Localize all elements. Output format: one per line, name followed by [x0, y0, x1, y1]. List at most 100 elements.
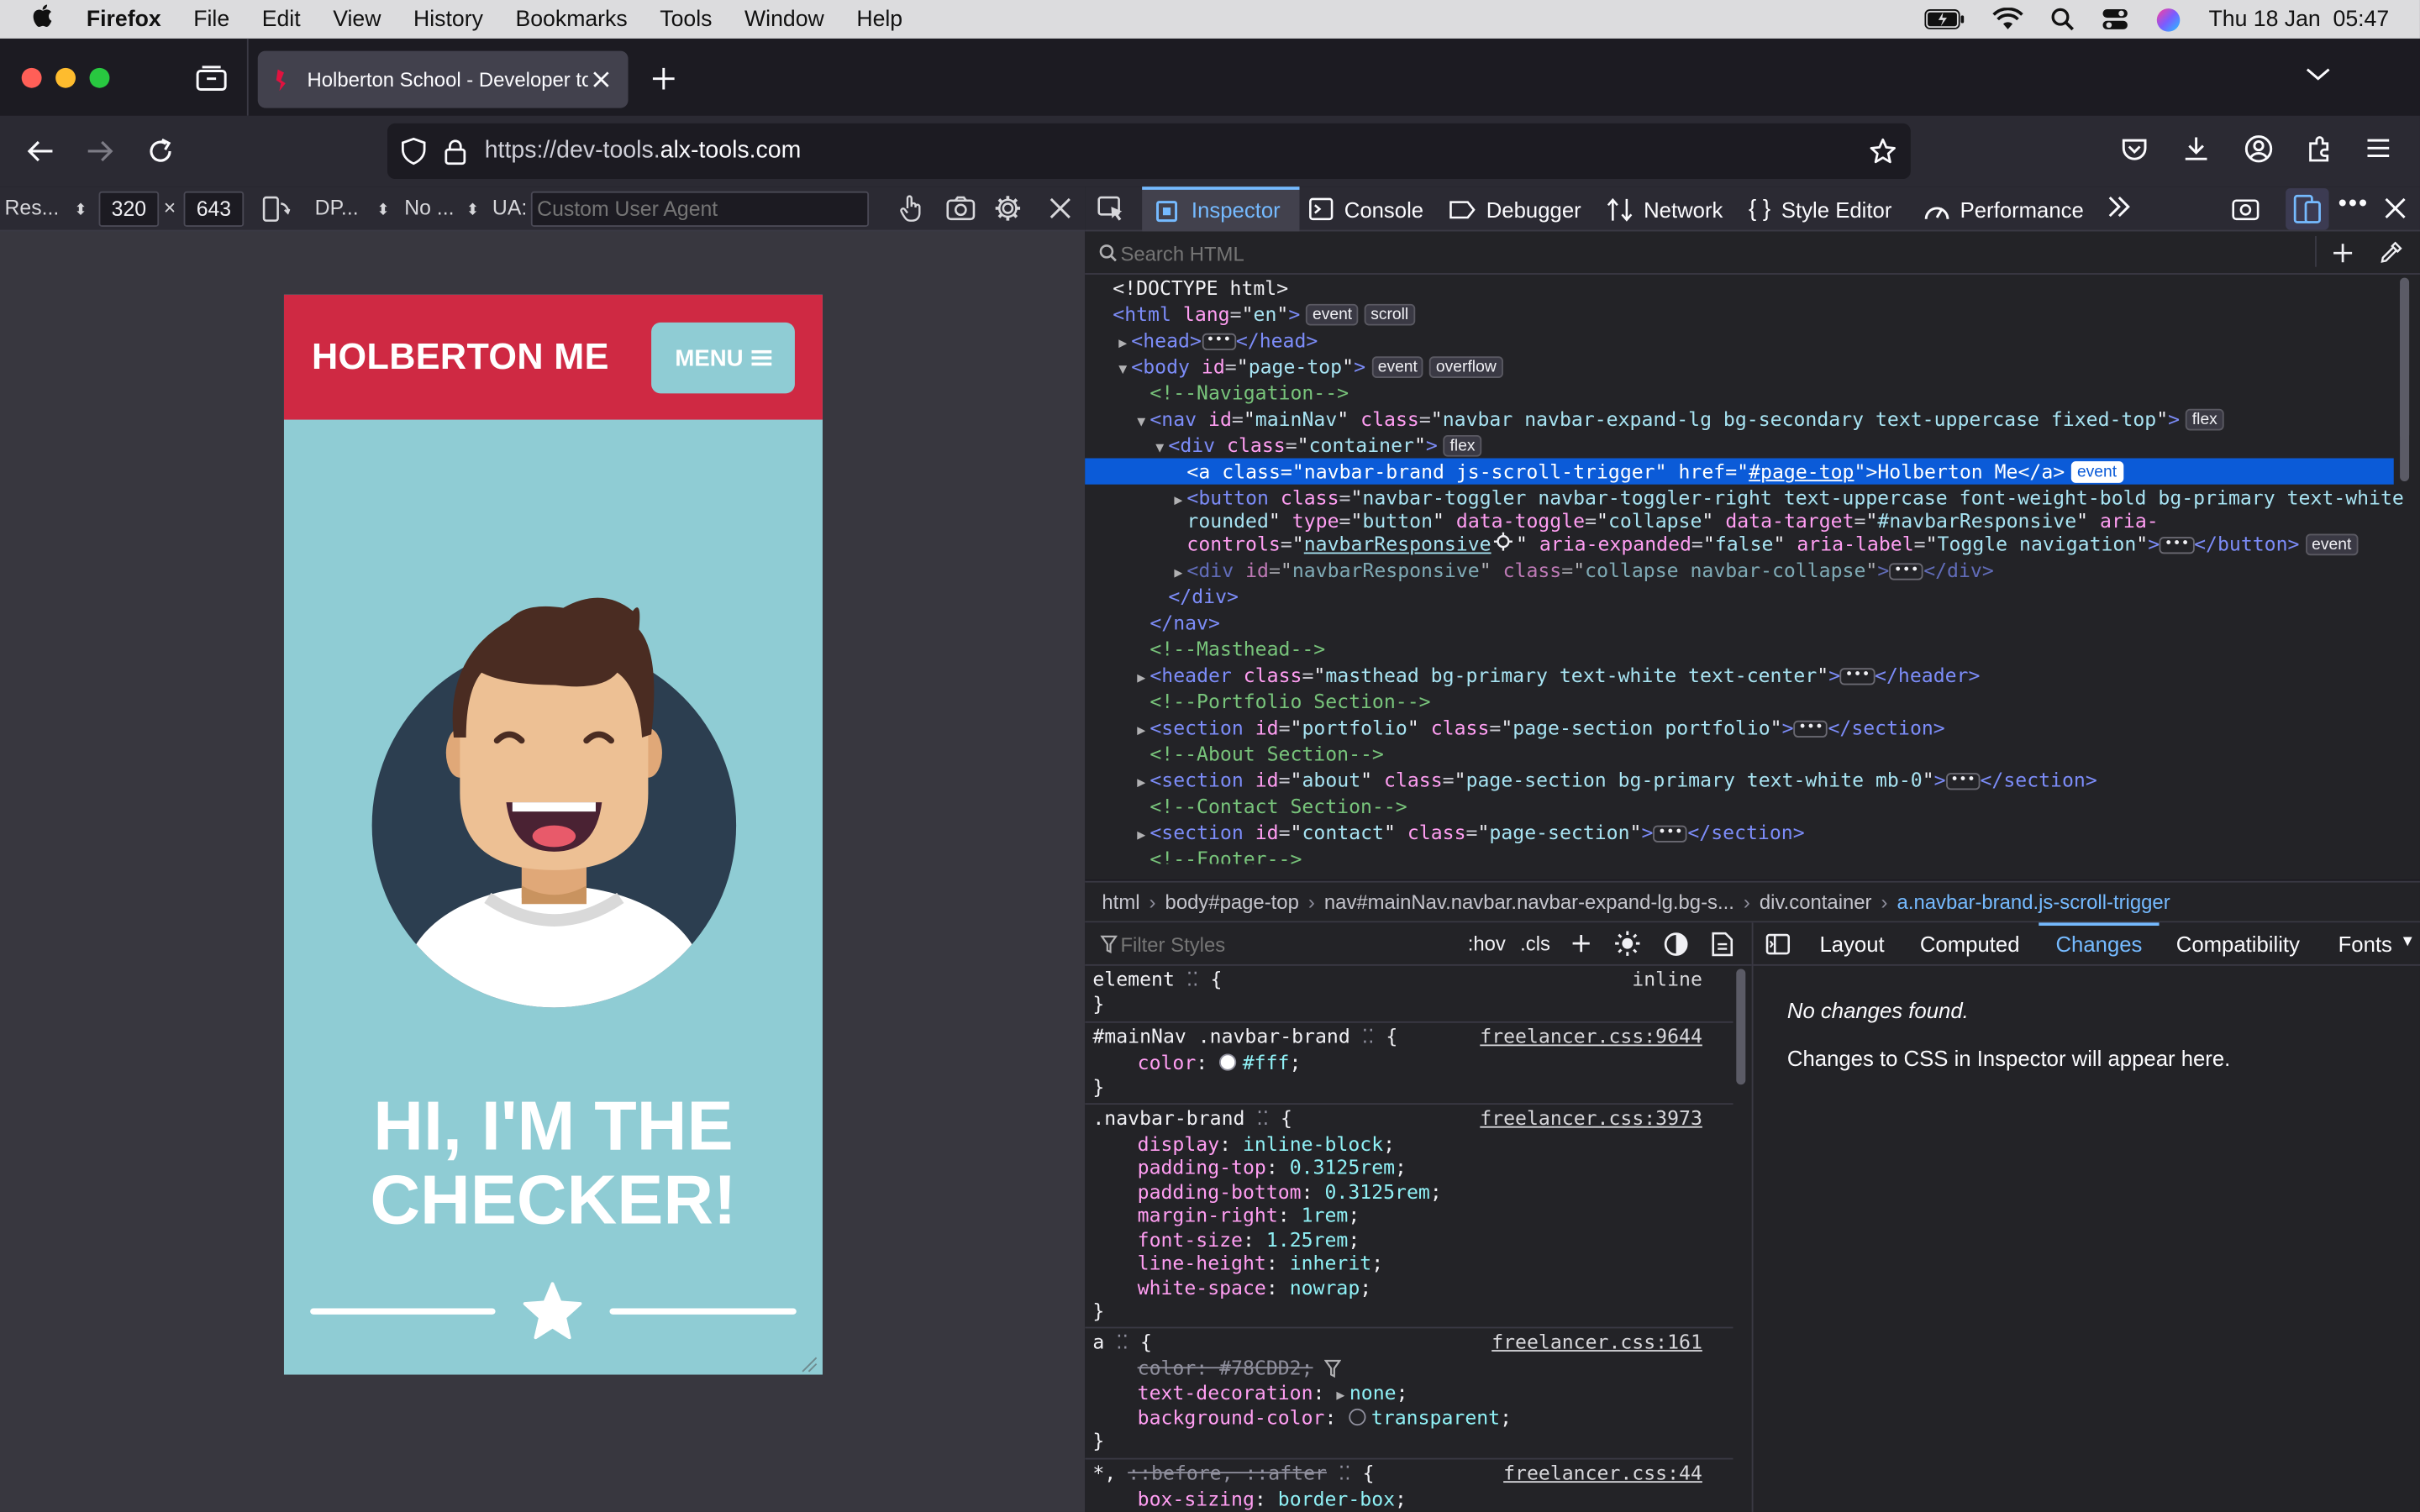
- screenshot-camera-icon[interactable]: [946, 196, 976, 221]
- declaration[interactable]: line-height: inherit;: [1138, 1252, 1383, 1276]
- menu-file[interactable]: File: [193, 7, 229, 31]
- event-badge[interactable]: event: [2070, 461, 2123, 483]
- tab-style-editor[interactable]: { } Style Editor: [1749, 186, 1891, 231]
- print-media-icon[interactable]: [1712, 932, 1733, 957]
- event-badge[interactable]: event: [2305, 533, 2358, 556]
- flex-badge[interactable]: flex: [2186, 408, 2224, 431]
- tab-fonts[interactable]: Fonts: [2338, 932, 2392, 956]
- markup-line-doctype[interactable]: <!DOCTYPE html>: [1085, 275, 2394, 301]
- declaration[interactable]: display: inline-block;: [1138, 1132, 1395, 1157]
- rule-selector[interactable]: #mainNav .navbar-brand ⁚⁚ {: [1092, 1025, 1397, 1049]
- hov-toggle[interactable]: :hov: [1468, 932, 1506, 955]
- toggle-sidebar-icon[interactable]: [1765, 933, 1791, 955]
- extensions-icon[interactable]: [2306, 134, 2333, 162]
- tabs-overflow-chevron-down-icon[interactable]: ▼: [2400, 933, 2415, 950]
- grid-icon[interactable]: ⁚⁚: [1186, 968, 1199, 991]
- markup-line-div-container[interactable]: ▼ <div class="container"> flex: [1085, 432, 2394, 458]
- markup-line-body[interactable]: ▼ <body id="page-top"> event overflow: [1085, 354, 2394, 380]
- pocket-icon[interactable]: [2121, 136, 2149, 164]
- rules-scrollbar[interactable]: [1736, 969, 1746, 1085]
- markup-line-header[interactable]: ▶ <header class="masthead bg-primary text…: [1085, 662, 2394, 688]
- expand-twisty-icon[interactable]: ▶: [1336, 1389, 1344, 1404]
- battery-icon[interactable]: [1924, 9, 1965, 29]
- resize-handle-icon[interactable]: [799, 1353, 818, 1375]
- close-window-button[interactable]: [21, 67, 42, 88]
- declaration[interactable]: padding-top: 0.3125rem;: [1138, 1156, 1407, 1180]
- light-mode-sun-icon[interactable]: [1614, 931, 1640, 957]
- spotlight-search-icon[interactable]: [2051, 8, 2075, 31]
- site-viewport[interactable]: HOLBERTON ME MENU HI, I'M THE CHECKER!: [283, 294, 823, 1375]
- flex-badge[interactable]: flex: [1444, 434, 1481, 457]
- tab-network[interactable]: Network: [1607, 186, 1723, 231]
- tab-debugger[interactable]: Debugger: [1449, 186, 1581, 231]
- menu-bookmarks[interactable]: Bookmarks: [515, 7, 627, 31]
- collapsed-content-icon[interactable]: •••: [2160, 537, 2195, 554]
- rule-selector[interactable]: a ⁚⁚ {: [1092, 1330, 1152, 1354]
- user-agent-input[interactable]: [530, 191, 870, 227]
- eyedropper-icon[interactable]: [2380, 241, 2403, 265]
- dark-mode-contrast-icon[interactable]: [1664, 932, 1688, 956]
- markup-line-nav[interactable]: ▼ <nav id="mainNav" class="navbar navbar-…: [1085, 406, 2394, 432]
- attr-link-value[interactable]: navbarResponsive: [1304, 533, 1491, 556]
- list-all-tabs-icon[interactable]: [2306, 66, 2330, 81]
- declaration[interactable]: white-space: nowrap;: [1138, 1276, 1372, 1300]
- markup-line-section-portfolio[interactable]: ▶ <section id="portfolio" class="page-sec…: [1085, 714, 2394, 740]
- element-picker-icon[interactable]: [1097, 196, 1125, 222]
- filter-icon[interactable]: [1324, 1359, 1342, 1378]
- breadcrumb-item[interactable]: html: [1102, 890, 1139, 914]
- breadcrumb-item-selected[interactable]: a.navbar-brand.js-scroll-trigger: [1897, 890, 2170, 914]
- reload-icon[interactable]: [146, 137, 174, 165]
- markup-line-button[interactable]: ▶ <button class="navbar-toggler navbar-to…: [1085, 485, 2404, 511]
- tab-layout[interactable]: Layout: [1819, 932, 1884, 956]
- site-menu-button[interactable]: MENU: [651, 322, 795, 394]
- grid-icon[interactable]: ⁚⁚: [1362, 1025, 1375, 1048]
- markup-line-nav-close[interactable]: </nav>: [1085, 609, 2394, 635]
- cls-toggle[interactable]: .cls: [1520, 932, 1550, 955]
- tab-performance[interactable]: Performance: [1923, 186, 2084, 231]
- tab-changes[interactable]: Changes: [2039, 922, 2160, 965]
- markup-line-button-cont1[interactable]: rounded" type="button" data-toggle="coll…: [1085, 507, 2394, 533]
- markup-line-section-contact[interactable]: ▶ <section id="contact" class="page-secti…: [1085, 819, 2394, 845]
- tab-compatibility[interactable]: Compatibility: [2176, 932, 2300, 956]
- viewport-width-input[interactable]: 320: [98, 191, 160, 227]
- markup-line-html[interactable]: <html lang="en"> event scroll: [1085, 301, 2394, 327]
- collapsed-content-icon[interactable]: •••: [1945, 773, 1981, 790]
- scroll-badge[interactable]: scroll: [1364, 303, 1415, 326]
- rule-source-link[interactable]: freelancer.css:9644: [1480, 1025, 1702, 1048]
- color-swatch[interactable]: [1348, 1408, 1365, 1426]
- collapsed-content-icon[interactable]: •••: [1889, 563, 1924, 580]
- rule-source-link[interactable]: freelancer.css:161: [1491, 1330, 1702, 1353]
- lock-icon[interactable]: [445, 138, 466, 165]
- markup-line-comment-footer[interactable]: <!--Footer-->: [1085, 846, 2394, 864]
- target-node-icon[interactable]: [1494, 532, 1513, 551]
- color-swatch[interactable]: [1219, 1053, 1237, 1071]
- rule-selector-element[interactable]: element ⁚⁚ {: [1092, 968, 1222, 992]
- menu-history[interactable]: History: [413, 7, 483, 31]
- tracking-protection-shield-icon[interactable]: [402, 137, 426, 165]
- collapsed-content-icon[interactable]: •••: [1840, 668, 1876, 685]
- tab-inspector[interactable]: Inspector: [1142, 186, 1300, 232]
- attr-link-value[interactable]: #page-top: [1749, 459, 1854, 483]
- declaration[interactable]: font-size: 1.25rem;: [1138, 1228, 1360, 1252]
- menu-tools[interactable]: Tools: [660, 7, 712, 31]
- apple-icon[interactable]: [31, 3, 53, 36]
- menu-firefox[interactable]: Firefox: [87, 7, 161, 31]
- menu-edit[interactable]: Edit: [262, 7, 301, 31]
- rdm-toggle-button[interactable]: [2286, 188, 2329, 230]
- wifi-icon[interactable]: [1992, 8, 2023, 31]
- declaration[interactable]: text-decoration: ▶ none;: [1138, 1381, 1408, 1405]
- close-tab-icon[interactable]: [592, 71, 609, 87]
- rotate-viewport-icon[interactable]: [262, 196, 291, 222]
- throttling-selector[interactable]: No ... ⬍: [404, 196, 479, 219]
- menu-view[interactable]: View: [333, 7, 381, 31]
- clock[interactable]: Thu 18 Jan 05:47: [2208, 7, 2389, 31]
- breadcrumb-item[interactable]: body#page-top: [1165, 890, 1299, 914]
- filter-styles-input[interactable]: [1120, 930, 1429, 960]
- overflow-badge[interactable]: overflow: [1429, 356, 1503, 378]
- new-tab-icon[interactable]: [648, 63, 679, 94]
- declaration[interactable]: padding-bottom: 0.3125rem;: [1138, 1180, 1442, 1205]
- rule-selector[interactable]: .navbar-brand ⁚⁚ {: [1092, 1106, 1292, 1131]
- breadcrumb-item[interactable]: nav#mainNav.navbar.navbar-expand-lg.bg-s…: [1324, 890, 1734, 914]
- dpr-selector[interactable]: DP... ⬍: [315, 196, 390, 219]
- device-selector[interactable]: Res... ⬍: [5, 196, 87, 219]
